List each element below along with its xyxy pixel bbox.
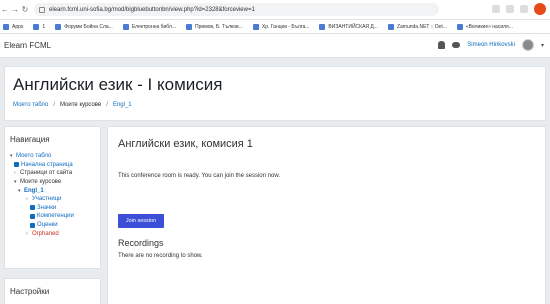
nav-item-participants[interactable]: › Участници <box>10 195 95 204</box>
bookmark-item[interactable]: Примов, Б. Тълков... <box>186 23 243 30</box>
recordings-heading: Recordings <box>118 238 164 248</box>
bookmark-item[interactable]: 1 <box>33 23 45 30</box>
bookmark-icon <box>122 23 129 30</box>
nav-item-competencies[interactable]: Компетенции <box>10 212 95 221</box>
bookmark-apps[interactable]: Apps <box>3 23 23 30</box>
bookmark-item[interactable]: Форуми Бойна Сла... <box>55 23 113 30</box>
page-title: Английски език - I комисия <box>13 75 223 94</box>
bookmark-icon <box>55 23 62 30</box>
main-content: Английски език, комисия 1 This conferenc… <box>107 126 546 304</box>
nav-item-course[interactable]: ▾ Engl_1 <box>10 186 95 195</box>
bookmark-item[interactable]: «Великие» насиля... <box>456 23 513 30</box>
profile-avatar[interactable] <box>534 3 546 15</box>
bookmark-icon <box>387 23 394 30</box>
bookmark-icon <box>319 23 326 30</box>
navigation-block: Навигация ▾ Моето табло Начална страница … <box>4 126 101 269</box>
chevron-down-icon[interactable]: ▾ <box>541 42 544 49</box>
site-brand[interactable]: Elearn FCML <box>4 41 51 50</box>
nav-item-home[interactable]: Начална страница <box>10 161 95 170</box>
extension-icon[interactable] <box>492 5 500 13</box>
user-menu-area: Simeon Hinkovski ▾ <box>438 39 544 51</box>
settings-block: Настройки <box>4 278 101 304</box>
breadcrumb-my-courses[interactable]: Моите курсове <box>60 102 101 108</box>
breadcrumb-separator: / <box>106 102 108 108</box>
room-status-message: This conference room is ready. You can j… <box>118 173 280 179</box>
bookmark-item[interactable]: ВИЗАНТИЙСКАЯ Д... <box>319 23 378 30</box>
bookmark-item[interactable]: Електронна библ... <box>122 23 176 30</box>
bell-icon[interactable] <box>438 41 446 49</box>
checkbox-icon <box>30 213 35 219</box>
url-text: elearn.fcml.uni-sofia.bg/mod/bigbluebutt… <box>49 6 255 13</box>
nav-item-badges[interactable]: Значки <box>10 204 95 213</box>
breadcrumb-separator: / <box>53 102 55 108</box>
apps-icon <box>3 23 9 30</box>
navigation-title: Навигация <box>10 135 50 144</box>
breadcrumb-dashboard[interactable]: Моето табло <box>13 102 48 108</box>
site-navbar: Elearn FCML Simeon Hinkovski ▾ <box>0 34 550 58</box>
user-name[interactable]: Simeon Hinkovski <box>467 42 515 48</box>
course-header: Английски език - I комисия Моето табло /… <box>4 66 546 121</box>
breadcrumb-course[interactable]: Engl_1 <box>113 102 132 108</box>
puzzle-icon[interactable] <box>520 5 528 13</box>
user-avatar[interactable] <box>521 39 534 51</box>
badge-icon <box>30 205 35 211</box>
bookmark-item[interactable]: Zamunda.NET :: Det... <box>387 23 447 30</box>
join-session-button[interactable]: Join session <box>118 214 164 228</box>
bookmark-item[interactable]: Хр. Ганцев - Бълга... <box>252 23 309 30</box>
back-icon[interactable]: ← <box>0 5 10 14</box>
nav-item-grades[interactable]: Оценки <box>10 221 95 230</box>
bookmark-icon <box>456 23 463 30</box>
star-icon[interactable] <box>506 5 514 13</box>
reload-icon[interactable]: ↻ <box>20 5 30 14</box>
settings-title: Настройки <box>10 287 50 296</box>
breadcrumb: Моето табло / Моите курсове / Engl_1 <box>13 102 132 108</box>
recordings-empty-message: There are no recording to show. <box>118 253 203 259</box>
nav-item-my-courses[interactable]: ▾ Моите курсове <box>10 178 95 187</box>
browser-extensions <box>492 3 546 15</box>
browser-toolbar: ← → ↻ elearn.fcml.uni-sofia.bg/mod/bigbl… <box>0 0 550 20</box>
bookmark-icon <box>186 23 193 30</box>
forward-icon[interactable]: → <box>10 5 20 14</box>
bookmark-icon <box>252 23 259 30</box>
room-title: Английски език, комисия 1 <box>118 138 253 150</box>
lock-icon <box>39 6 45 13</box>
nav-item-orphaned[interactable]: › Orphaned <box>10 229 95 238</box>
bookmarks-bar: Apps 1 Форуми Бойна Сла... Електронна би… <box>0 20 550 34</box>
table-icon <box>30 222 35 228</box>
nav-item-dashboard[interactable]: ▾ Моето табло <box>10 152 95 161</box>
address-bar[interactable]: elearn.fcml.uni-sofia.bg/mod/bigbluebutt… <box>34 3 439 16</box>
nav-item-site-pages[interactable]: › Страници от сайта <box>10 169 95 178</box>
bookmark-icon <box>33 23 40 30</box>
chat-icon[interactable] <box>452 42 461 48</box>
home-icon <box>14 162 19 168</box>
